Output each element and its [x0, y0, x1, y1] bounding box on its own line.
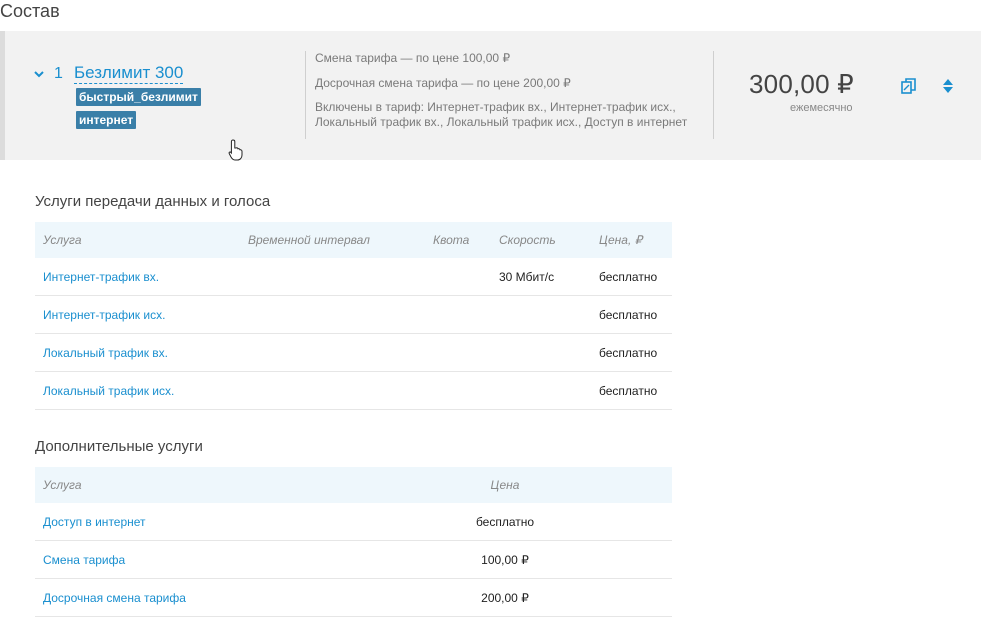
table-cell: бесплатно — [591, 295, 672, 334]
price-period: ежемесячно — [790, 102, 853, 114]
extra-services-table: Услуга Цена Доступ в интернет бесплатно … — [35, 467, 672, 617]
section-title: Дополнительные услуги — [35, 438, 203, 455]
table-cell — [425, 371, 491, 410]
tag-badge: быстрый_безлимит — [76, 88, 201, 106]
service-link[interactable]: Интернет-трафик вх. — [35, 258, 240, 296]
page-title: Состав — [0, 1, 60, 21]
table-cell: бесплатно — [591, 258, 672, 296]
tariff-number: 1 — [54, 65, 63, 82]
column-header: Цена, ₽ — [591, 222, 672, 258]
table-cell — [491, 333, 591, 372]
tag-badge: интернет — [76, 111, 137, 129]
column-header-empty — [585, 467, 672, 503]
divider — [713, 51, 714, 139]
table-cell — [240, 258, 425, 296]
table-row: Интернет-трафик вх. 30 Мбит/с бесплатно — [35, 258, 672, 296]
column-header: Квота — [425, 222, 491, 258]
chevron-down-icon[interactable] — [33, 69, 45, 79]
table-cell: бесплатно — [591, 371, 672, 410]
table-row: Досрочная смена тарифа 200,00 ₽ — [35, 578, 672, 617]
table-cell — [425, 258, 491, 296]
table-header-row: Услуга Временной интервал Квота Скорость… — [35, 222, 672, 258]
service-link[interactable]: Локальный трафик исх. — [35, 371, 240, 410]
tariff-info: Досрочная смена тарифа — по цене 200,00 … — [315, 76, 571, 90]
section-title: Услуги передачи данных и голоса — [35, 193, 271, 210]
tariff-info: Включены в тариф: Интернет-трафик вх., И… — [315, 100, 688, 129]
table-cell — [425, 295, 491, 334]
table-cell-empty — [585, 503, 672, 541]
table-cell — [240, 371, 425, 410]
column-header: Цена — [425, 467, 585, 503]
table-header-row: Услуга Цена — [35, 467, 672, 503]
table-cell-empty — [585, 578, 672, 617]
tariff-card: 1 Безлимит 300 быстрый_безлимит интернет… — [0, 31, 981, 161]
table-cell: бесплатно — [425, 503, 585, 541]
table-cell: 100,00 ₽ — [425, 540, 585, 579]
table-row: Локальный трафик вх. бесплатно — [35, 333, 672, 372]
tariff-info: Смена тарифа — по цене 100,00 ₽ — [315, 51, 511, 65]
hand-cursor-icon — [228, 139, 243, 161]
column-header: Услуга — [35, 222, 240, 258]
table-cell: 200,00 ₽ — [425, 578, 585, 617]
copy-icon[interactable] — [900, 77, 918, 95]
data-services-table: Услуга Временной интервал Квота Скорость… — [35, 222, 672, 410]
table-cell-empty — [585, 540, 672, 579]
service-link[interactable]: Смена тарифа — [35, 540, 425, 579]
table-cell — [491, 295, 591, 334]
table-row: Интернет-трафик исх. бесплатно — [35, 295, 672, 334]
service-link[interactable]: Интернет-трафик исх. — [35, 295, 240, 334]
table-cell — [425, 333, 491, 372]
tariff-price: 300,00 ₽ — [749, 69, 854, 99]
table-cell: бесплатно — [591, 333, 672, 372]
table-cell: 30 Мбит/с — [491, 258, 591, 296]
service-link[interactable]: Локальный трафик вх. — [35, 333, 240, 372]
column-header: Услуга — [35, 467, 425, 503]
column-header: Временной интервал — [240, 222, 425, 258]
table-cell — [240, 295, 425, 334]
table-row: Смена тарифа 100,00 ₽ — [35, 540, 672, 579]
service-link[interactable]: Досрочная смена тарифа — [35, 578, 425, 617]
divider — [305, 51, 306, 139]
table-cell — [491, 371, 591, 410]
column-header: Скорость — [491, 222, 591, 258]
service-link[interactable]: Доступ в интернет — [35, 503, 425, 541]
table-row: Локальный трафик исх. бесплатно — [35, 371, 672, 410]
sort-icon[interactable] — [942, 78, 954, 94]
table-cell — [240, 333, 425, 372]
table-row: Доступ в интернет бесплатно — [35, 503, 672, 541]
tariff-name-link[interactable]: Безлимит 300 — [74, 63, 184, 84]
